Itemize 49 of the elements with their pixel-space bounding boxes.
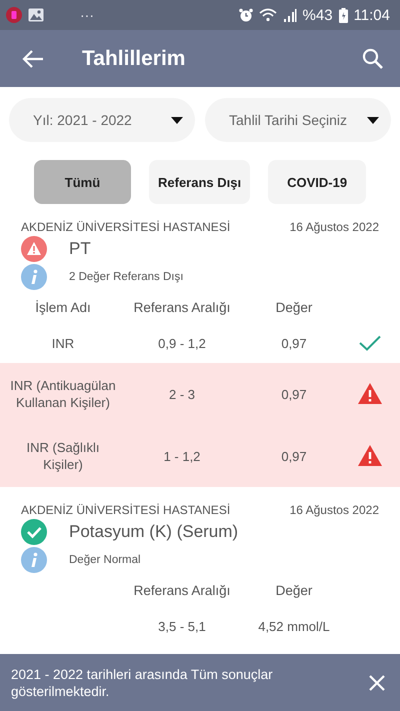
check-icon: [21, 519, 47, 545]
wifi-icon: [258, 8, 277, 22]
notification-icon: [6, 7, 22, 23]
column-header: Referans Aralığı: [132, 582, 232, 600]
info-icon: [21, 264, 47, 290]
dropdown[interactable]: Yıl: 2021 - 2022: [9, 98, 195, 142]
table-cell-text: 0,97: [280, 448, 308, 464]
check-icon: [359, 335, 381, 351]
table-cell-text: 0,9 - 1,2: [157, 334, 207, 352]
test-name: Potasyum (K) (Serum): [69, 522, 238, 542]
table-cell-text: INR (Sağlıklı Kişiler): [26, 439, 100, 473]
filter-button[interactable]: COVID-19: [268, 160, 366, 204]
column-header: Değer: [274, 582, 314, 600]
table-cell-text: 3,5 - 5,1: [157, 618, 207, 634]
warning-icon: [358, 445, 382, 467]
warning-icon: [21, 236, 47, 262]
table-cell-text: 1 - 1,2: [162, 448, 202, 464]
image-icon: [28, 8, 44, 22]
column-header: Referans Aralığı: [132, 299, 232, 317]
battery-icon: [338, 8, 348, 22]
result-date: 16 Ağustos 2022: [290, 220, 379, 234]
info-icon: [21, 547, 47, 573]
battery-percent: %43: [302, 6, 333, 24]
warning-icon: [358, 383, 382, 405]
filter-button[interactable]: Referans Dışı: [149, 160, 250, 204]
clock: 11:04: [354, 6, 390, 24]
result-summary: Değer Normal: [69, 554, 141, 566]
snackbar-message: 2021 - 2022 tarihleri arasında Tüm sonuçlar gösterilmektedir.: [11, 666, 274, 700]
hospital-name: AKDENİZ ÜNİVERSİTESİ HASTANESİ: [21, 220, 230, 234]
dropdown[interactable]: Tahlil Tarihi Seçiniz: [205, 98, 391, 142]
more-notifications: ···: [80, 7, 94, 23]
table-cell-text: 2 - 3: [168, 386, 196, 402]
table-cell-text: 0,97: [280, 386, 308, 402]
table-cell-text: 0,97: [280, 334, 308, 352]
caret-icon: [171, 116, 183, 124]
table-cell: INR (Antikuagülan Kullanan Kişiler): [10, 377, 116, 411]
caret-icon: [367, 116, 379, 124]
table-cell-text: INR: [50, 334, 76, 352]
result-summary: 2 Değer Referans Dışı: [69, 271, 184, 283]
filter-button[interactable]: Tümü: [34, 160, 131, 204]
screen-title: Tahlillerim: [82, 46, 186, 70]
signal-icon: [282, 8, 297, 22]
hospital-name: AKDENİZ ÜNİVERSİTESİ HASTANESİ: [21, 503, 230, 517]
column-header: Değer: [274, 299, 314, 317]
column-header: İşlem Adı: [34, 299, 92, 317]
test-name: PT: [69, 239, 91, 259]
result-date: 16 Ağustos 2022: [290, 503, 379, 517]
alarm-icon: [238, 8, 253, 22]
table-cell-text: 4,52 mmol/L: [257, 618, 331, 634]
